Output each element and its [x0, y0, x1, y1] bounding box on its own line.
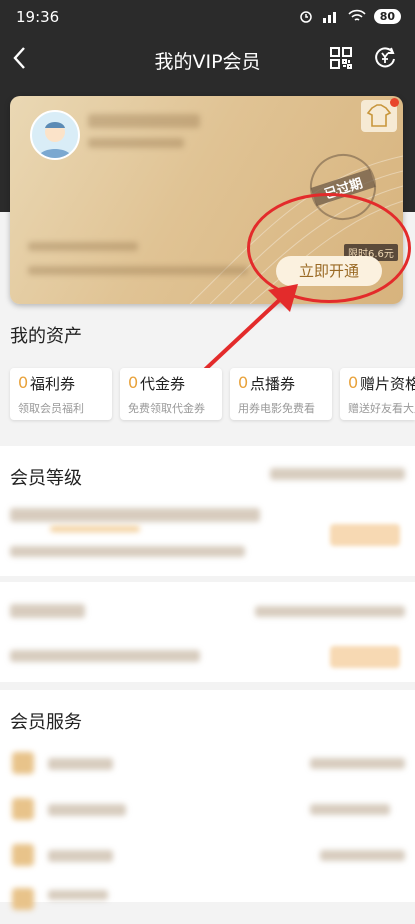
service-icon: [12, 888, 34, 910]
status-time: 19:36: [16, 8, 60, 26]
card-desc-redacted: [28, 266, 248, 275]
member-services-title: 会员服务: [10, 712, 82, 733]
service-value-redacted: [310, 804, 390, 815]
asset-card-gift[interactable]: 0 赠片资格 赠送好友看大片: [340, 368, 415, 420]
asset-name: 赠片资格: [360, 375, 415, 393]
service-label-redacted: [48, 890, 108, 900]
asset-desc: 免费领取代金券: [128, 402, 205, 415]
level-action-button[interactable]: [330, 524, 400, 546]
user-subtitle-redacted: [88, 138, 184, 148]
asset-count: 0: [348, 373, 359, 392]
service-icon: [12, 752, 34, 774]
asset-desc: 用券电影免费看: [238, 402, 315, 415]
service-label-redacted: [48, 804, 126, 816]
benefit-desc-redacted: [10, 650, 200, 662]
wifi-icon: [348, 9, 366, 21]
avatar[interactable]: [30, 110, 80, 160]
username-redacted: [88, 114, 200, 128]
asset-count: 0: [238, 373, 249, 392]
asset-card-welfare[interactable]: 0 福利券 领取会员福利: [10, 368, 112, 420]
member-level-title: 会员等级: [10, 468, 82, 489]
asset-card-voucher[interactable]: 0 代金券 免费领取代金券: [120, 368, 222, 420]
level-desc-redacted: [10, 546, 245, 557]
coin-icon[interactable]: [373, 45, 397, 69]
service-row[interactable]: [0, 786, 415, 834]
level-link-redacted: [270, 468, 405, 480]
qr-grid-icon[interactable]: [329, 46, 353, 70]
shirt-gift-icon[interactable]: [361, 98, 399, 132]
service-value-redacted: [310, 758, 405, 769]
asset-card-vod[interactable]: 0 点播券 用券电影免费看: [230, 368, 332, 420]
benefit-link-redacted: [255, 606, 405, 617]
notification-dot: [390, 98, 399, 107]
member-benefit-section: [0, 582, 415, 682]
benefit-action-button[interactable]: [330, 646, 400, 668]
asset-count: 0: [18, 373, 29, 392]
benefit-title-redacted: [10, 604, 85, 618]
asset-desc: 赠送好友看大片: [348, 402, 415, 415]
member-services-section: 会员服务: [0, 690, 415, 910]
service-value-redacted: [320, 850, 405, 861]
status-bar: 19:36 80: [0, 0, 415, 34]
service-icon: [12, 798, 34, 820]
alarm-icon: [299, 11, 312, 23]
service-icon: [12, 844, 34, 866]
asset-name: 点播券: [250, 375, 296, 393]
service-row[interactable]: [0, 832, 415, 880]
service-label-redacted: [48, 758, 113, 770]
asset-name: 福利券: [30, 375, 76, 393]
asset-count: 0: [128, 373, 139, 392]
member-level-section: 会员等级: [0, 446, 415, 576]
assets-title: 我的资产: [10, 326, 82, 347]
nav-bar: 我的VIP会员: [0, 34, 415, 86]
battery-indicator: 80: [373, 8, 401, 24]
card-info-redacted: [28, 242, 138, 251]
level-name-redacted: [10, 508, 260, 522]
signal-icon: [322, 12, 336, 23]
service-row[interactable]: [0, 876, 415, 924]
service-row[interactable]: [0, 740, 415, 788]
asset-desc: 领取会员福利: [18, 402, 84, 415]
service-label-redacted: [48, 850, 113, 862]
asset-name: 代金券: [140, 375, 186, 393]
level-progress-redacted: [50, 526, 140, 532]
